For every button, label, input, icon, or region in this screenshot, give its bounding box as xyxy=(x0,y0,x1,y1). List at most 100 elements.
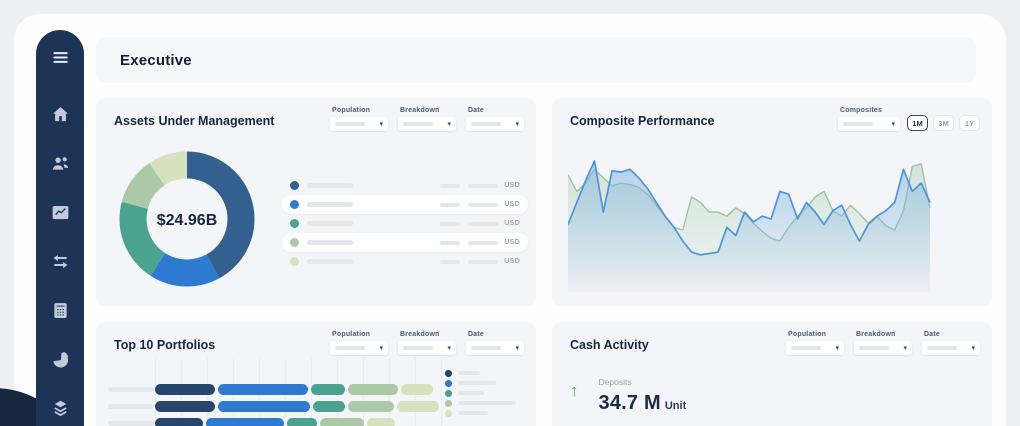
chevron-down-icon: ▾ xyxy=(835,345,839,352)
legend-label-placeholder xyxy=(458,401,516,405)
portfolio-bar-row xyxy=(108,384,154,395)
aum-legend-row: USD xyxy=(282,252,528,271)
bar-segment-0 xyxy=(155,418,203,426)
currency-label: USD xyxy=(504,182,520,189)
card-title: Top 10 Portfolios xyxy=(114,338,215,352)
currency-label: USD xyxy=(504,239,520,246)
aum-breakdown-label: Breakdown xyxy=(400,107,456,114)
bar-segment-4 xyxy=(367,418,395,426)
top-10-portfolios-card: Top 10 Portfolios Population▾Breakdown▾D… xyxy=(96,322,536,426)
value-placeholder xyxy=(440,184,460,188)
value-placeholder xyxy=(440,260,460,264)
bar-segment-1 xyxy=(206,418,284,426)
chevron-down-icon: ▾ xyxy=(447,345,451,352)
select-placeholder xyxy=(335,346,365,350)
legend-label-placeholder xyxy=(307,183,353,188)
legend-label-placeholder xyxy=(307,259,353,264)
aum-legend: USDUSDUSDUSDUSD xyxy=(282,176,528,271)
time-range-buttons: 1M 3M 1Y xyxy=(907,115,980,131)
currency-label: USD xyxy=(504,220,520,227)
composites-select[interactable]: ▾ xyxy=(838,117,900,131)
top10-population-select[interactable]: ▾ xyxy=(330,341,388,355)
sidebar-item-performance-icon[interactable] xyxy=(50,202,71,223)
card-title: Assets Under Management xyxy=(114,114,274,128)
top10-breakdown-select[interactable]: ▾ xyxy=(398,341,456,355)
legend-dot xyxy=(290,257,299,266)
aum-legend-row: USD xyxy=(282,233,528,252)
aum-legend-row: USD xyxy=(282,214,528,233)
composite-area-chart xyxy=(568,142,938,292)
row-label-placeholder xyxy=(108,421,154,426)
currency-label: USD xyxy=(504,258,520,265)
legend-dot xyxy=(445,370,452,377)
select-placeholder xyxy=(403,122,433,126)
select-placeholder xyxy=(335,122,365,126)
sidebar-item-layers-icon[interactable] xyxy=(50,398,71,419)
aum-population-select[interactable]: ▾ xyxy=(330,117,388,131)
sidebar-item-menu-icon[interactable] xyxy=(50,47,71,68)
portfolio-bar-row xyxy=(108,401,154,412)
legend-dot xyxy=(445,380,452,387)
cash-population-select[interactable]: ▾ xyxy=(786,341,844,355)
bar-segment-0 xyxy=(155,401,215,412)
legend-dot xyxy=(290,238,299,247)
bar-segment-2 xyxy=(313,401,345,412)
card-title: Composite Performance xyxy=(570,114,714,128)
composite-controls: Composites ▾ 1M3M1Y xyxy=(838,107,980,131)
range-1y-button[interactable]: 1Y xyxy=(959,115,980,131)
legend-label-placeholder xyxy=(458,381,496,385)
top10-legend-item xyxy=(445,400,516,407)
legend-dot xyxy=(445,410,452,417)
portfolio-bar-row xyxy=(108,418,154,426)
deposits-metric: ↑ Deposits 34.7 M Unit xyxy=(570,372,686,415)
top10-date-label: Date xyxy=(468,331,524,338)
value-placeholder xyxy=(440,241,460,245)
donut-center-value: $24.96B xyxy=(157,212,218,229)
app-canvas: Executive Assets Under Management Popula… xyxy=(14,14,1006,426)
cash-date-label: Date xyxy=(924,331,980,338)
aum-date-label: Date xyxy=(468,107,524,114)
top10-date-select[interactable]: ▾ xyxy=(466,341,524,355)
metric-value: 34.7 M xyxy=(599,392,661,415)
aum-date-select[interactable]: ▾ xyxy=(466,117,524,131)
metric-label: Deposits xyxy=(599,377,632,387)
select-placeholder xyxy=(927,346,957,350)
bar-segment-2 xyxy=(287,418,317,426)
chevron-down-icon: ▾ xyxy=(971,345,975,352)
chevron-down-icon: ▾ xyxy=(891,121,895,128)
chevron-down-icon: ▾ xyxy=(379,345,383,352)
value-placeholder xyxy=(440,222,460,226)
cash-breakdown-label: Breakdown xyxy=(856,331,912,338)
sidebar-item-allocation-icon[interactable] xyxy=(50,349,71,370)
row-label-placeholder xyxy=(108,387,154,392)
legend-label-placeholder xyxy=(307,240,353,245)
value-placeholder xyxy=(468,222,498,226)
chevron-down-icon: ▾ xyxy=(447,121,451,128)
range-1m-button[interactable]: 1M xyxy=(907,115,928,131)
select-placeholder xyxy=(471,122,501,126)
aum-breakdown-select[interactable]: ▾ xyxy=(398,117,456,131)
sidebar-item-home-icon[interactable] xyxy=(50,104,71,125)
sidebar-item-calculator-icon[interactable] xyxy=(50,300,71,321)
select-placeholder xyxy=(471,346,501,350)
composite-blue-area xyxy=(568,161,930,292)
sidebar-item-transfers-icon[interactable] xyxy=(50,251,71,272)
bar-segment-3 xyxy=(348,384,398,395)
legend-dot xyxy=(290,181,299,190)
cash-date-select[interactable]: ▾ xyxy=(922,341,980,355)
cash-breakdown-select[interactable]: ▾ xyxy=(854,341,912,355)
sidebar-item-users-icon[interactable] xyxy=(50,153,71,174)
legend-label-placeholder xyxy=(307,221,353,226)
aum-legend-row: USD xyxy=(282,176,528,195)
value-placeholder xyxy=(468,241,498,245)
range-3m-button[interactable]: 3M xyxy=(933,115,954,131)
legend-label-placeholder xyxy=(458,371,480,375)
row-label-placeholder xyxy=(108,404,154,409)
assets-under-management-card: Assets Under Management Population▾Break… xyxy=(96,98,536,306)
legend-dot xyxy=(290,200,299,209)
bar-segment-3 xyxy=(320,418,364,426)
bar-segment-2 xyxy=(311,384,345,395)
legend-label-placeholder xyxy=(458,411,488,415)
bar-segment-3 xyxy=(348,401,394,412)
top10-breakdown-label: Breakdown xyxy=(400,331,456,338)
